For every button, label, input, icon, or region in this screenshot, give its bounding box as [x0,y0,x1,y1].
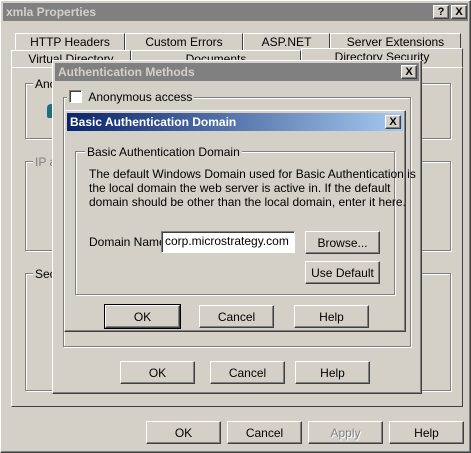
tab-http-headers[interactable]: HTTP Headers [15,33,125,50]
basic-auth-close-icon[interactable]: X [385,115,401,129]
help-button[interactable]: Help [389,421,464,444]
apply-button[interactable]: Apply [308,421,383,444]
domain-cancel-button[interactable]: Cancel [199,305,274,328]
browse-button[interactable]: Browse... [305,231,380,254]
description-line-2: the local domain the web server is activ… [89,181,391,195]
properties-titlebar[interactable]: xmla Properties [3,3,468,21]
auth-close-icon[interactable]: X [401,65,417,79]
domain-ok-button[interactable]: OK [104,304,181,329]
auth-methods-title: Authentication Methods [58,65,195,79]
auth-ok-button[interactable]: OK [120,361,195,384]
window-title: xmla Properties [6,5,97,19]
cancel-button[interactable]: Cancel [227,421,302,444]
domain-name-field[interactable]: corp.microstrategy.com [161,231,295,253]
anonymous-access-checkbox[interactable] [69,90,82,104]
domain-help-button[interactable]: Help [294,305,369,328]
auth-methods-titlebar[interactable]: Authentication Methods [55,63,419,81]
basic-auth-domain-dialog: Basic Authentication Domain X Basic Auth… [64,110,416,332]
tab-custom-errors[interactable]: Custom Errors [125,33,243,50]
ok-button[interactable]: OK [146,421,221,444]
help-icon[interactable]: ? [433,5,449,19]
basic-auth-group-label: Basic Authentication Domain [85,145,242,159]
basic-auth-title: Basic Authentication Domain [70,115,237,129]
basic-auth-titlebar[interactable]: Basic Authentication Domain [67,113,403,131]
anonymous-access-label-wrap: Anonymous access [67,90,195,105]
description-line-3: domain should be other than the local do… [89,195,406,209]
use-default-button[interactable]: Use Default [305,261,380,284]
auth-cancel-button[interactable]: Cancel [210,361,285,384]
description-line-1: The default Windows Domain used for Basi… [89,167,416,181]
domain-name-label: Domain Name: [89,235,170,249]
close-icon[interactable]: X [451,5,467,19]
anonymous-access-label: Anonymous access [88,90,193,104]
auth-help-button[interactable]: Help [295,361,370,384]
